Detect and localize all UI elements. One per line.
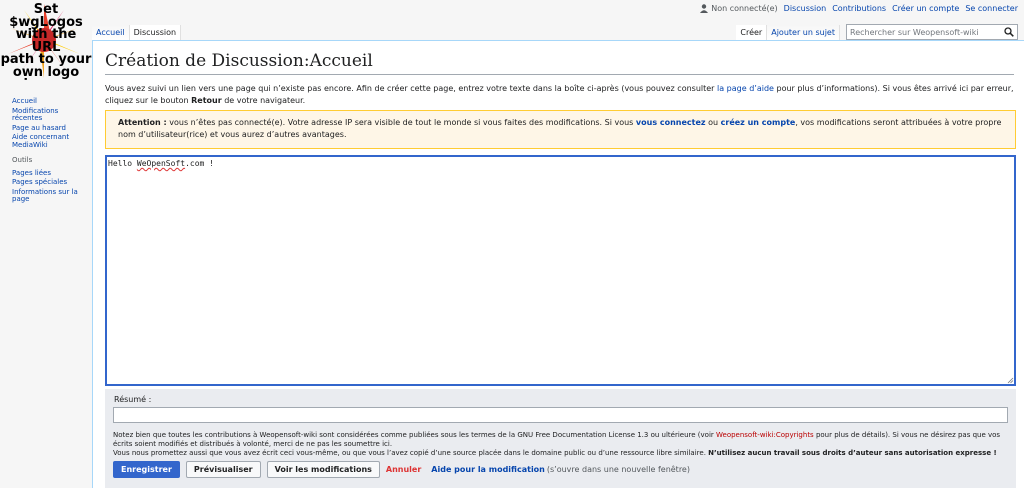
sidebar-tools-heading: Outils (12, 156, 33, 164)
site-logo[interactable]: Set $wgLogos with the URL path to your o… (0, 0, 92, 80)
user-talk-link[interactable]: Discussion (784, 4, 827, 13)
sidebar: Accueil Modifications récentes Page au h… (12, 97, 82, 206)
resize-handle-icon[interactable] (1007, 377, 1014, 384)
user-contributions-link[interactable]: Contributions (832, 4, 886, 13)
editing-help-link[interactable]: Aide pour la modification (431, 465, 545, 474)
main-content: Création de Discussion:Accueil Vous avez… (92, 40, 1024, 488)
create-account-link[interactable]: Créer un compte (892, 4, 959, 13)
sidebar-item-what-links-here[interactable]: Pages liées (12, 169, 82, 178)
user-status: Non connecté(e) (700, 4, 778, 13)
logo-text: Set $wgLogos with the URL path to your o… (0, 2, 92, 80)
preview-button[interactable]: Prévisualiser (185, 461, 261, 478)
sidebar-item-help[interactable]: Aide concernant MediaWiki (12, 133, 82, 149)
login-link[interactable]: Se connecter (965, 4, 1018, 13)
edit-options: Résumé : Notez bien que toutes les contr… (105, 389, 1016, 488)
edit-buttons: Enregistrer Prévisualiser Voir les modif… (113, 461, 690, 478)
back-button-text: Retour (191, 96, 222, 105)
misspelled-word: WeOpenSoft (136, 159, 186, 168)
search-icon[interactable] (1004, 27, 1014, 37)
search-input[interactable]: Rechercher sur Weopensoft-wiki (846, 24, 1018, 40)
sidebar-item-page-info[interactable]: Informations sur la page (12, 188, 82, 204)
help-page-link[interactable]: la page d’aide (717, 84, 774, 93)
tab-create[interactable]: Créer (736, 25, 768, 41)
summary-input[interactable] (113, 407, 1008, 423)
search-placeholder: Rechercher sur Weopensoft-wiki (850, 28, 979, 37)
save-button[interactable]: Enregistrer (113, 461, 180, 478)
warning-label: Attention : (118, 118, 167, 127)
page-title: Création de Discussion:Accueil (105, 51, 1014, 75)
tab-accueil[interactable]: Accueil (92, 25, 130, 41)
warning-login-link[interactable]: vous connectez (636, 118, 706, 127)
anon-warning-box: Attention : vous n’êtes pas connecté(e).… (105, 110, 1016, 149)
tab-discussion[interactable]: Discussion (129, 25, 182, 41)
copyright-notice: Notez bien que toutes les contributions … (113, 431, 1001, 457)
sidebar-item-recent-changes[interactable]: Modifications récentes (12, 107, 82, 123)
cancel-link[interactable]: Annuler (386, 465, 421, 474)
sidebar-item-accueil[interactable]: Accueil (12, 97, 82, 106)
personal-tools: Non connecté(e) Discussion Contributions… (694, 4, 1018, 13)
summary-label: Résumé : (114, 395, 152, 404)
namespace-tabs: Accueil Discussion (92, 25, 182, 41)
sidebar-item-special-pages[interactable]: Pages spéciales (12, 178, 82, 187)
intro-text: Vous avez suivi un lien vers une page qu… (105, 84, 1014, 105)
user-icon (700, 4, 709, 13)
tab-add-topic[interactable]: Ajouter un sujet (767, 25, 840, 41)
sidebar-item-random-page[interactable]: Page au hasard (12, 124, 82, 133)
warning-create-account-link[interactable]: créez un compte (721, 118, 796, 127)
copyrights-link[interactable]: Weopensoft-wiki:Copyrights (716, 431, 814, 439)
show-changes-button[interactable]: Voir les modifications (266, 461, 380, 478)
editing-help-note: (s’ouvre dans une nouvelle fenêtre) (546, 465, 690, 474)
edit-textarea[interactable]: Hello WeOpenSoft.com ! (105, 155, 1016, 386)
view-tabs: Créer Ajouter un sujet (736, 25, 840, 41)
anon-status-text: Non connecté(e) (711, 4, 778, 13)
